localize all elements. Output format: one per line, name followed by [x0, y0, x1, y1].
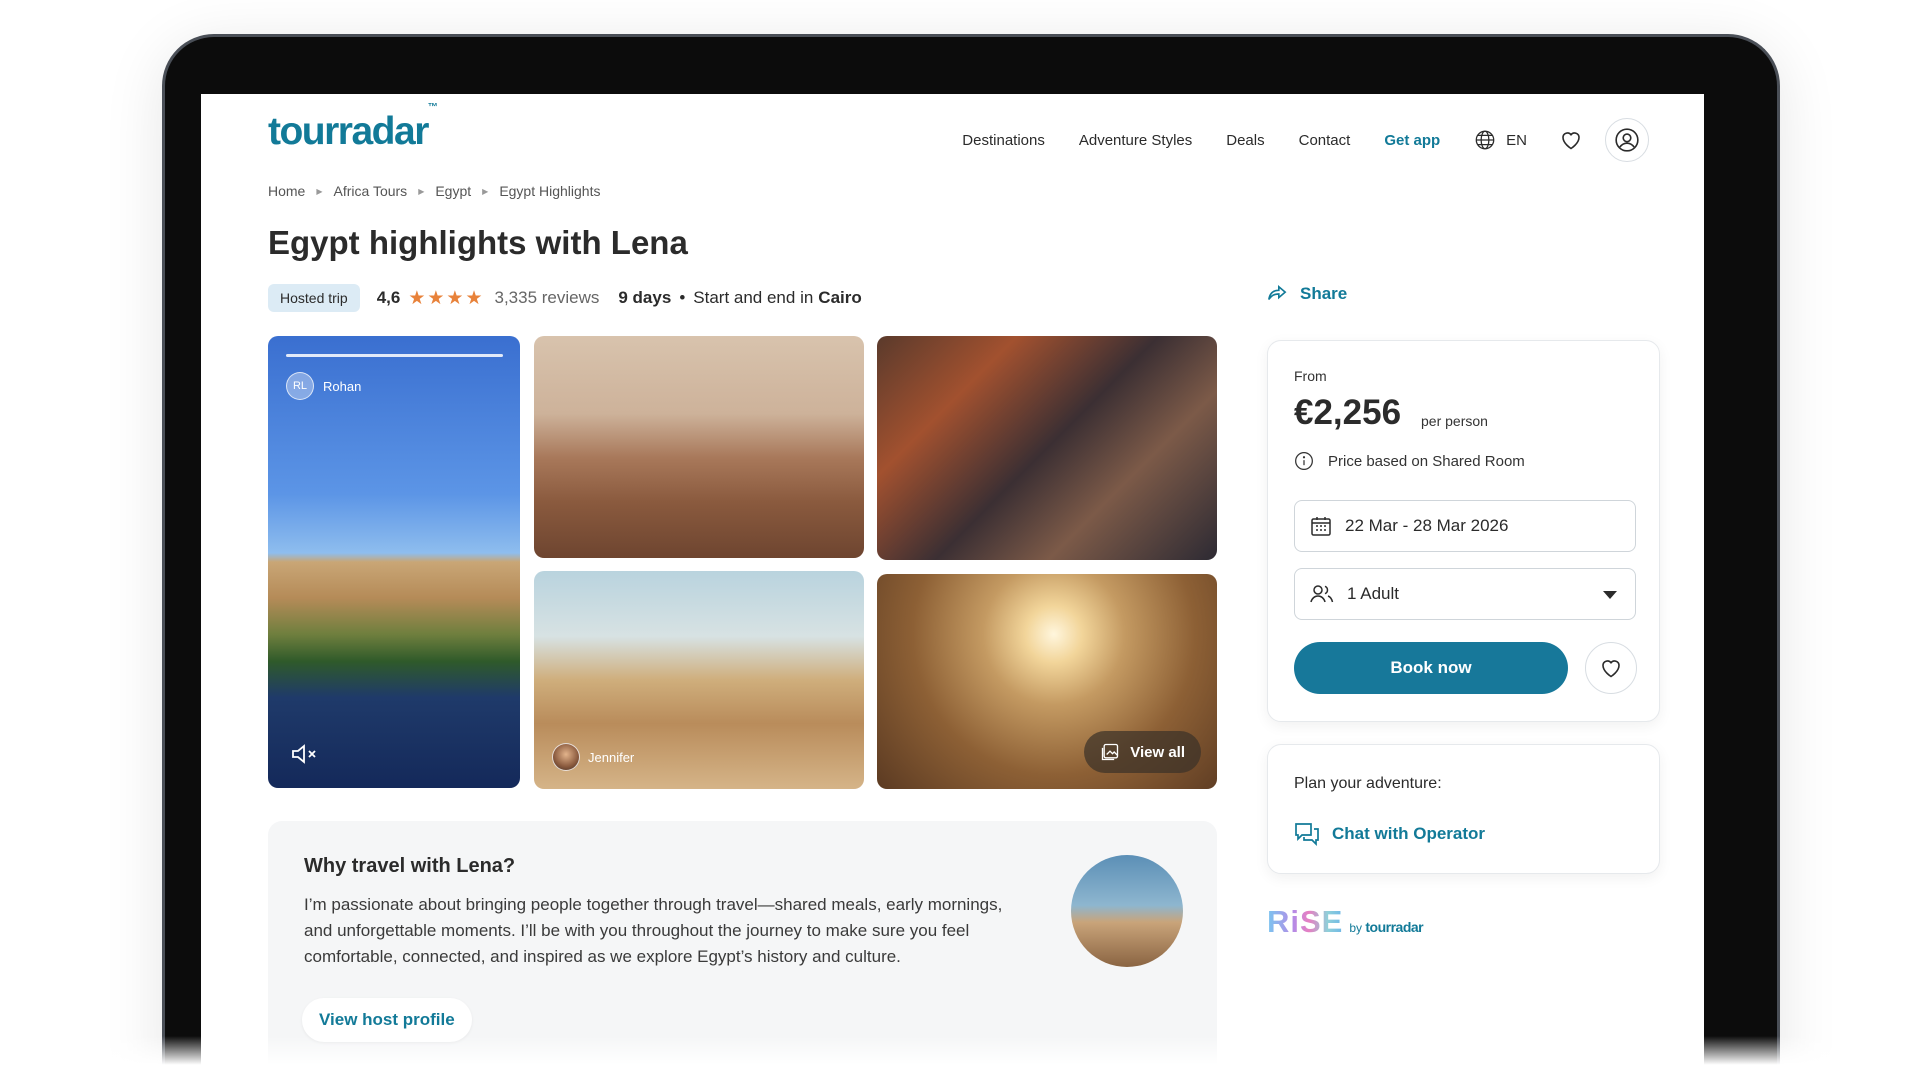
- photo-bazaar-market[interactable]: [877, 336, 1217, 560]
- page-title: Egypt highlights with Lena: [268, 224, 688, 261]
- reviews-link[interactable]: 3,335 reviews: [494, 288, 599, 308]
- booking-card: From €2,256 per person Price based on Sh…: [1267, 340, 1660, 722]
- per-person-label: per person: [1421, 413, 1488, 429]
- rating-stars-icon: ★★★★: [408, 287, 485, 309]
- from-label: From: [1294, 368, 1327, 384]
- globe-icon: [1475, 130, 1495, 150]
- photo-host-chip: Jennifer: [552, 743, 634, 771]
- mute-icon[interactable]: [290, 742, 318, 766]
- nav-adventure-styles[interactable]: Adventure Styles: [1079, 132, 1192, 149]
- book-now-button[interactable]: Book now: [1294, 642, 1568, 694]
- breadcrumb-home[interactable]: Home: [268, 183, 305, 199]
- breadcrumb-separator-icon: ▶: [316, 186, 323, 196]
- price-note: Price based on Shared Room: [1294, 451, 1525, 471]
- tour-meta: Hosted trip 4,6 ★★★★ 3,335 reviews 9 day…: [268, 284, 862, 312]
- travellers-icon: [1310, 585, 1334, 603]
- travellers-dropdown[interactable]: 1 Adult: [1294, 568, 1636, 620]
- price-note-text: Price based on Shared Room: [1328, 452, 1525, 470]
- start-end-city: Cairo: [818, 288, 862, 307]
- why-travel-text: I’m passionate about bringing people tog…: [304, 895, 1003, 966]
- bullet-separator: •: [679, 288, 686, 307]
- nav-destinations[interactable]: Destinations: [962, 132, 1045, 149]
- rating-value: 4,6: [376, 288, 401, 307]
- breadcrumb-separator-icon: ▶: [418, 186, 425, 196]
- language-selector[interactable]: EN: [1474, 129, 1527, 151]
- logo-text: tourradar: [268, 110, 429, 153]
- chat-with-operator-link[interactable]: Chat with Operator: [1294, 821, 1485, 847]
- breadcrumb-africa-tours[interactable]: Africa Tours: [334, 183, 408, 199]
- video-host-name: Rohan: [323, 378, 362, 394]
- account-button[interactable]: [1605, 118, 1649, 162]
- gallery-icon: [1102, 743, 1119, 761]
- story-progress-bar: [286, 354, 503, 357]
- chevron-down-icon: [1603, 591, 1617, 599]
- hosted-trip-badge: Hosted trip: [268, 284, 360, 312]
- plan-adventure-card: Plan your adventure: Chat with Operator: [1267, 744, 1660, 874]
- view-all-button[interactable]: View all: [1084, 731, 1201, 773]
- share-icon: [1268, 284, 1287, 300]
- avatar: RL: [286, 372, 314, 400]
- date-selector[interactable]: 22 Mar - 28 Mar 2026: [1294, 500, 1636, 552]
- rise-by-label: by tourradar: [1349, 919, 1423, 935]
- nav-contact[interactable]: Contact: [1299, 132, 1351, 149]
- language-code: EN: [1506, 131, 1527, 149]
- tour-duration: 9 days: [618, 288, 672, 307]
- browser-screen: tourradar™ Destinations Adventure Styles…: [201, 94, 1704, 1084]
- rise-by-text: by: [1349, 921, 1363, 935]
- photo-pyramid-sphinx[interactable]: Jennifer: [534, 571, 864, 789]
- breadcrumb-egypt[interactable]: Egypt: [435, 183, 471, 199]
- photo-cairo-citadel[interactable]: [534, 336, 864, 558]
- chat-icon: [1295, 823, 1319, 847]
- avatar: [552, 743, 580, 771]
- logo-trademark: ™: [427, 102, 438, 113]
- photo-host-name: Jennifer: [588, 749, 635, 765]
- tourradar-logo[interactable]: tourradar™: [268, 102, 438, 154]
- why-travel-title: Why travel with Lena?: [304, 855, 516, 877]
- photo-karnak-temple[interactable]: View all: [877, 574, 1217, 789]
- price-value: €2,256: [1294, 393, 1402, 432]
- chat-with-operator-label: Chat with Operator: [1332, 824, 1486, 843]
- rise-wordmark: RiSE: [1267, 904, 1344, 939]
- nav-get-app[interactable]: Get app: [1384, 132, 1440, 149]
- calendar-icon: [1311, 517, 1331, 536]
- bottom-fade: [0, 1036, 1920, 1084]
- travellers-value: 1 Adult: [1347, 584, 1399, 603]
- share-label: Share: [1300, 284, 1348, 303]
- start-end-label: Start and end in: [693, 288, 814, 307]
- heart-icon: [1602, 660, 1620, 678]
- host-video-story[interactable]: RL Rohan: [268, 336, 520, 788]
- plan-adventure-label: Plan your adventure:: [1294, 775, 1442, 792]
- wishlist-heart-icon[interactable]: [1559, 128, 1583, 152]
- breadcrumb-egypt-highlights[interactable]: Egypt Highlights: [499, 183, 600, 199]
- breadcrumb-separator-icon: ▶: [482, 186, 489, 196]
- user-icon: [1615, 128, 1639, 152]
- date-range-value: 22 Mar - 28 Mar 2026: [1345, 516, 1509, 535]
- info-icon[interactable]: [1294, 451, 1314, 471]
- add-to-wishlist-button[interactable]: [1585, 642, 1637, 694]
- host-avatar: [1071, 855, 1183, 967]
- rise-brand-text: tourradar: [1365, 919, 1424, 935]
- view-all-label: View all: [1130, 743, 1185, 761]
- video-host-chip: RL Rohan: [286, 372, 361, 400]
- breadcrumb: Home ▶ Africa Tours ▶ Egypt ▶ Egypt High…: [268, 183, 600, 199]
- nav-deals[interactable]: Deals: [1226, 132, 1264, 149]
- share-button[interactable]: Share: [1266, 284, 1347, 304]
- rise-by-tourradar-logo: RiSE by tourradar: [1267, 904, 1424, 940]
- main-nav: Destinations Adventure Styles Deals Cont…: [928, 118, 1649, 162]
